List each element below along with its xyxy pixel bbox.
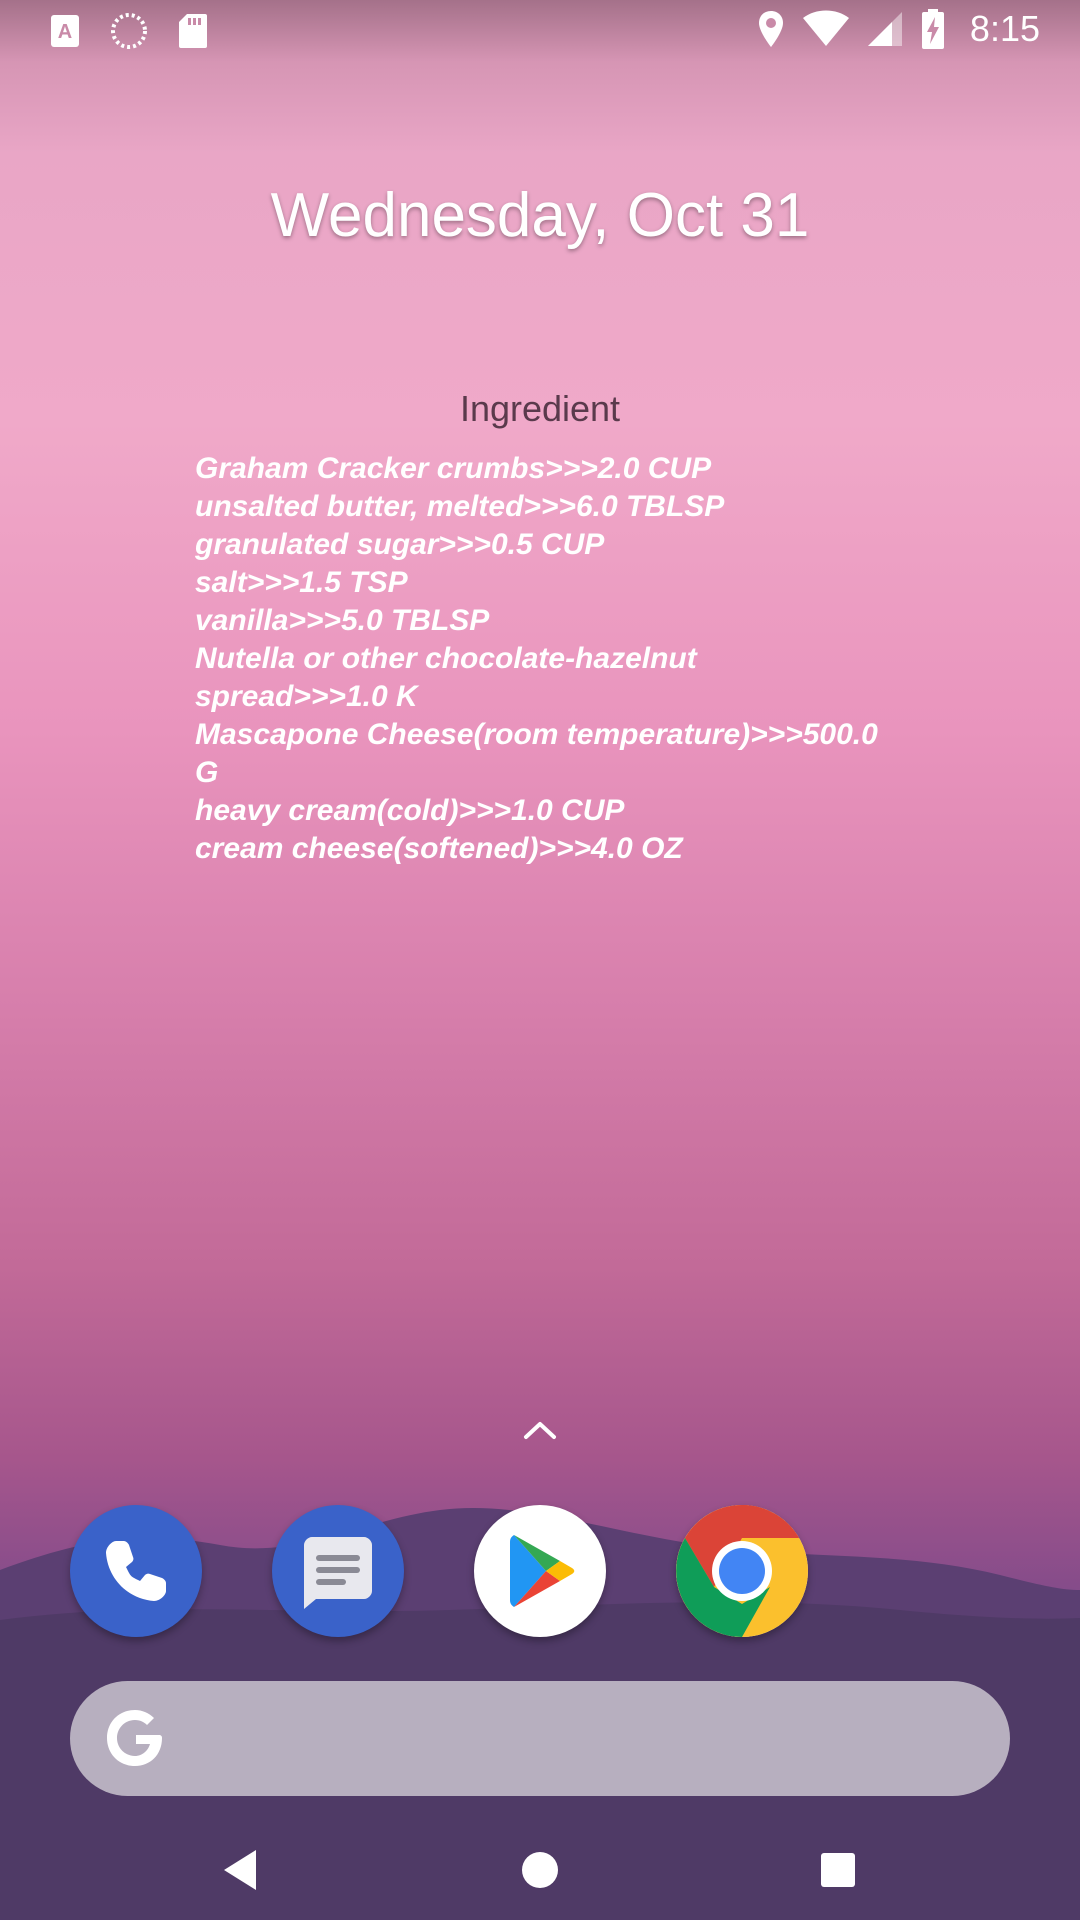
ingredient-line: cream cheese(softened)>>>4.0 OZ (195, 832, 683, 865)
ingredient-list[interactable]: Graham Cracker crumbs>>>2.0 CUP unsalted… (195, 450, 895, 868)
ingredient-line: G (195, 756, 219, 789)
widget-title: Ingredient (459, 388, 621, 429)
ingredient-line: spread>>>1.0 K (195, 680, 418, 713)
messages-icon (304, 1537, 372, 1609)
ingredient-line: vanilla>>>5.0 TBLSP (195, 604, 490, 637)
ingredient-line: granulated sugar>>>0.5 CUP (195, 528, 605, 561)
ingredient-line: heavy cream(cold)>>>1.0 CUP (195, 794, 625, 827)
svg-text:A: A (58, 21, 72, 43)
play-store-icon (510, 1535, 575, 1607)
back-icon[interactable] (212, 1840, 272, 1900)
clock: 8:15 (969, 8, 1040, 49)
date-widget[interactable]: Wednesday, Oct 31 (0, 180, 1080, 251)
phone-app-button[interactable] (70, 1505, 202, 1637)
google-search-bar[interactable] (70, 1681, 1010, 1796)
wifi-icon (802, 10, 849, 46)
recents-icon[interactable] (808, 1840, 868, 1900)
chrome-icon (676, 1505, 808, 1637)
google-g-icon (107, 1710, 162, 1766)
ingredient-line: Nutella or other chocolate-hazelnut (195, 642, 697, 675)
loading-icon (111, 13, 147, 49)
chrome-app-button[interactable] (676, 1505, 808, 1637)
chevron-up-icon[interactable] (520, 1415, 560, 1445)
a-notification-icon: A (51, 15, 79, 47)
messages-app-button[interactable] (272, 1505, 404, 1637)
battery-charging-icon (921, 9, 944, 49)
status-bar: A 8:15 (0, 0, 1080, 62)
sd-card-icon (179, 14, 207, 48)
home-icon[interactable] (510, 1840, 570, 1900)
ingredient-line: Mascapone Cheese(room temperature)>>>500… (195, 718, 878, 751)
ingredient-line: salt>>>1.5 TSP (195, 566, 408, 599)
location-icon (758, 11, 783, 47)
ingredient-line: Graham Cracker crumbs>>>2.0 CUP (195, 452, 712, 485)
ingredient-line: unsalted butter, melted>>>6.0 TBLSP (195, 490, 725, 523)
phone-icon (106, 1541, 166, 1601)
navigation-bar (0, 1810, 1080, 1920)
signal-icon (867, 12, 902, 46)
play-store-app-button[interactable] (474, 1505, 606, 1637)
